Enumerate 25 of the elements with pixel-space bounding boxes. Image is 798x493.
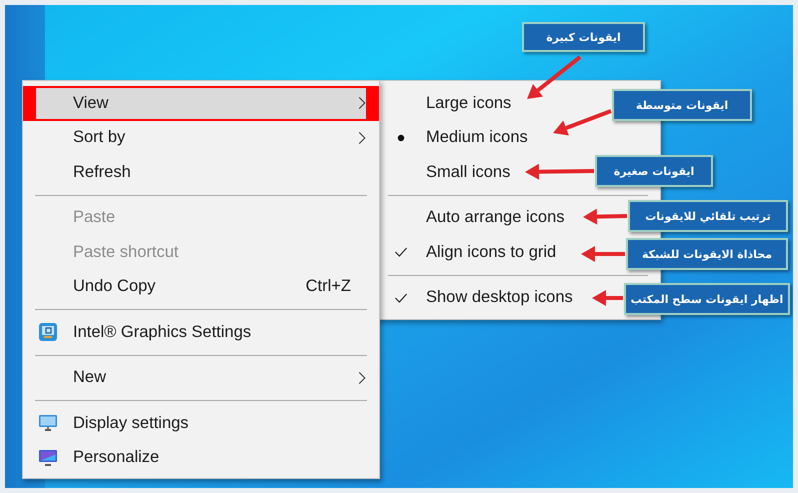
menu-item[interactable]: View (23, 86, 379, 120)
menu-item[interactable]: Undo Copy Ctrl+Z (23, 270, 379, 304)
pointer-arrow (527, 55, 582, 99)
menu-item[interactable]: New (23, 360, 379, 395)
annotation-label: اظهار ايقونات سطح المكتب (624, 283, 790, 315)
monitor-icon (38, 448, 58, 468)
shortcut-text: Ctrl+Z (306, 277, 351, 296)
pointer-arrow (583, 208, 628, 225)
menu-item[interactable]: Personalize (23, 440, 379, 475)
menu-item[interactable]: Display settings (23, 406, 379, 440)
annotation-label: ترتيب تلقائي للايقونات (628, 200, 788, 232)
pointer-arrow (581, 246, 625, 262)
menu-item[interactable]: Sort by (23, 120, 379, 155)
annotation-label: ايقونات صغيرة (595, 155, 713, 187)
menu-item[interactable]: Medium icons (376, 120, 660, 155)
pointer-arrow (592, 290, 623, 306)
monitor-icon (38, 413, 58, 434)
annotation-label: محاذاة الايقونات للشبكة (626, 238, 788, 270)
graphics-app-icon (38, 322, 58, 342)
annotation-label: ايقونات كبيرة (522, 22, 645, 52)
pointer-arrow (553, 109, 612, 136)
annotation-label: ايقونات متوسطة (612, 89, 752, 121)
menu-item[interactable]: Intel® Graphics Settings (23, 315, 379, 350)
menu-item[interactable]: Refresh (23, 155, 379, 190)
pointer-arrow (525, 164, 594, 180)
